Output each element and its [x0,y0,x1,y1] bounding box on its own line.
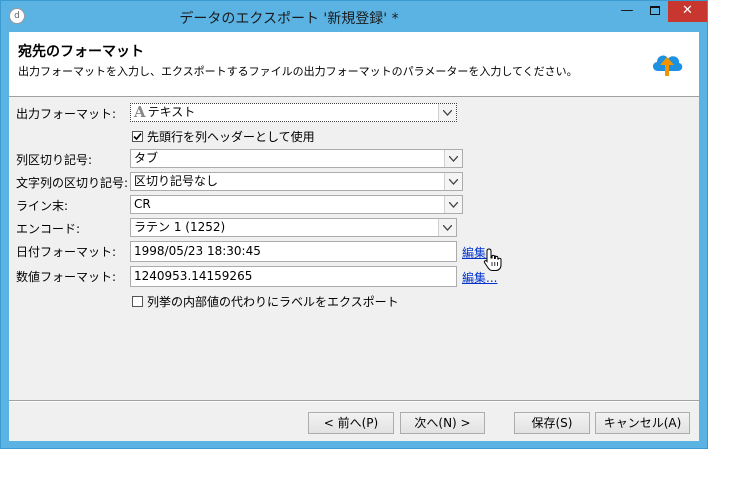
checkbox-checked-icon[interactable] [132,131,143,142]
output-format-select[interactable]: A テキスト [130,103,457,122]
column-separator-label: 列区切り記号: [16,153,93,167]
string-delimiter-select[interactable]: 区切り記号なし [130,172,463,191]
checkbox-unchecked-icon[interactable] [132,296,143,307]
export-dialog-window: d データのエクスポート '新規登録' * — ✕ 宛先のフォーマット 出力フォ… [0,0,708,449]
next-button[interactable]: 次へ(N) > [400,412,485,434]
hand-pointer-icon [483,248,502,271]
date-format-value: 1998/05/23 18:30:45 [134,244,261,258]
export-labels-checkbox-label: 列挙の内部値の代わりにラベルをエクスポート [147,295,399,309]
date-format-label: 日付フォーマット: [16,245,117,259]
string-delimiter-value: 区切り記号なし [134,174,219,188]
output-format-label: 出力フォーマット: [16,107,117,121]
minimize-button[interactable]: — [613,1,641,22]
wizard-header: 宛先のフォーマット 出力フォーマットを入力し、エクスポートするファイルの出力フォ… [9,32,699,97]
header-row-checkbox-label: 先頭行を列ヘッダーとして使用 [147,130,315,144]
export-labels-checkbox[interactable]: 列挙の内部値の代わりにラベルをエクスポート [132,293,399,310]
encoding-value: ラテン 1 (1252) [134,220,226,234]
number-format-input[interactable]: 1240953.14159265 [130,266,457,287]
line-end-value: CR [134,197,151,211]
number-format-value: 1240953.14159265 [134,269,253,283]
footer-divider-highlight [9,401,699,402]
header-row-checkbox[interactable]: 先頭行を列ヘッダーとして使用 [132,128,315,145]
maximize-button[interactable] [641,1,668,22]
page-title: 宛先のフォーマット [18,44,144,60]
back-button[interactable]: < 前へ(P) [308,412,394,434]
save-button[interactable]: 保存(S) [514,412,590,434]
string-delimiter-label: 文字列の区切り記号: [16,176,129,190]
cancel-button[interactable]: キャンセル(A) [595,412,690,434]
page-subtitle: 出力フォーマットを入力し、エクスポートするファイルの出力フォーマットのパラメータ… [18,65,578,78]
text-format-icon: A [134,103,146,121]
window-title: データのエクスポート '新規登録' * [179,11,399,27]
chevron-down-icon[interactable] [438,219,456,236]
cloud-upload-icon [652,55,683,76]
chevron-down-icon[interactable] [444,196,462,213]
output-format-value: テキスト [147,105,196,119]
close-button[interactable]: ✕ [668,1,707,22]
dialog-client-area: 宛先のフォーマット 出力フォーマットを入力し、エクスポートするファイルの出力フォ… [9,32,699,441]
date-format-input[interactable]: 1998/05/23 18:30:45 [130,241,457,262]
line-end-label: ライン末: [16,199,69,213]
column-separator-value: タブ [134,151,159,165]
encoding-label: エンコード: [16,222,81,236]
chevron-down-icon[interactable] [444,150,462,167]
maximize-icon [649,6,660,15]
line-end-select[interactable]: CR [130,195,463,214]
encoding-select[interactable]: ラテン 1 (1252) [130,218,457,237]
chevron-down-icon[interactable] [444,173,462,190]
chevron-down-icon[interactable] [438,104,456,121]
number-format-label: 数値フォーマット: [16,270,117,284]
column-separator-select[interactable]: タブ [130,149,463,168]
title-bar[interactable]: d データのエクスポート '新規登録' * — ✕ [1,1,707,31]
